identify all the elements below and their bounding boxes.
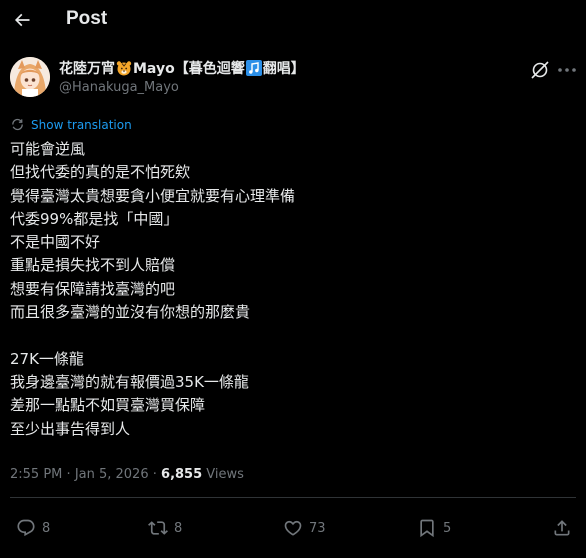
top-bar: Post: [0, 0, 586, 42]
author-name-part1: 花陸万宵: [59, 61, 115, 77]
post-line: 而且很多臺灣的並沒有你想的那麼貴: [10, 303, 251, 322]
reply-button[interactable]: 8: [16, 518, 50, 538]
avatar[interactable]: [10, 57, 50, 97]
more-options-button[interactable]: [556, 62, 578, 78]
post-line: 重點是損失找不到人賠償: [10, 256, 176, 275]
views-label: Views: [206, 467, 244, 482]
avatar-illustration: [10, 57, 50, 97]
meta-separator: ·: [66, 467, 71, 482]
bookmark-icon: [420, 519, 434, 538]
share-icon: [554, 520, 570, 536]
grok-button[interactable]: [529, 59, 551, 81]
post-line: 但找代委的真的是不怕死欸: [10, 163, 191, 182]
page-title: Post: [66, 8, 108, 29]
post-line: 覺得臺灣太貴想要貪小便宜就要有心理準備: [10, 186, 296, 205]
grok-icon: [531, 61, 549, 79]
show-translation-label: Show translation: [31, 117, 132, 132]
post-line: 差那一點點不如買臺灣買保障: [10, 396, 206, 415]
post-line: 代委99%都是找「中國」: [10, 209, 179, 228]
reply-icon: [17, 519, 35, 537]
show-translation-link[interactable]: Show translation: [10, 117, 132, 132]
repost-icon: [148, 521, 168, 535]
back-button[interactable]: [8, 6, 36, 34]
like-count: 73: [309, 520, 326, 536]
bookmark-button[interactable]: 5: [417, 518, 451, 538]
music-notes-icon: [245, 60, 262, 76]
repost-button[interactable]: 8: [148, 518, 182, 538]
post-line: 27K一條龍: [10, 349, 84, 368]
post-line-blank: [10, 324, 570, 347]
post-line: 可能會逆風: [10, 140, 86, 158]
author-name[interactable]: 花陸万宵 Mayo【暮色迴響 翻唱】: [59, 58, 305, 78]
more-dots-icon: [558, 68, 576, 72]
repost-count: 8: [174, 520, 183, 536]
post-date[interactable]: Jan 5, 2026: [75, 467, 149, 482]
meta-separator: ·: [152, 467, 157, 482]
post-line: 至少出事告得到人: [10, 419, 131, 438]
arrow-left-icon: [14, 13, 30, 27]
author-name-part2: Mayo【暮色迴響: [133, 61, 245, 77]
post-time[interactable]: 2:55 PM: [10, 467, 62, 482]
post-line: 不是中國不好: [10, 233, 101, 252]
translate-icon: [12, 118, 23, 131]
post-line: 想要有保障請找臺灣的吧: [10, 279, 176, 298]
author-name-part3: 翻唱】: [262, 61, 305, 77]
author-handle[interactable]: @Hanakuga_Mayo: [59, 80, 179, 95]
bookmark-count: 5: [443, 520, 452, 536]
like-button[interactable]: 73: [283, 518, 326, 538]
post-meta: 2:55 PM · Jan 5, 2026 · 6,855 Views: [10, 467, 244, 482]
post-text: 可能會逆風 但找代委的真的是不怕死欸 覺得臺灣太貴想要貪小便宜就要有心理準備 代…: [10, 138, 570, 441]
post-line: 我身邊臺灣的就有報價過35K一條龍: [10, 372, 249, 391]
divider: [10, 497, 576, 498]
reply-count: 8: [42, 520, 51, 536]
heart-icon: [284, 520, 302, 536]
share-button[interactable]: [552, 518, 578, 538]
views-count: 6,855: [161, 467, 203, 482]
tiger-face-icon: [116, 61, 132, 76]
